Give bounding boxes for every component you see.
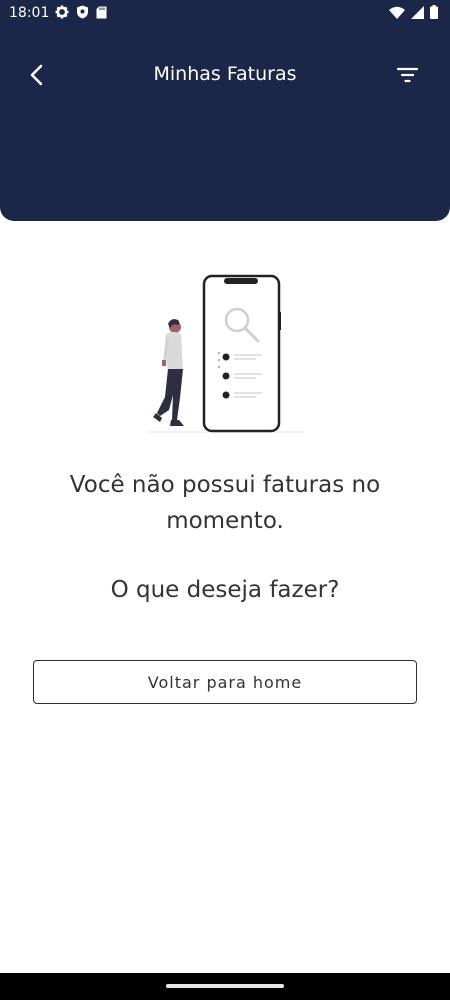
person-illustration <box>153 319 184 426</box>
home-gesture-handle[interactable] <box>166 984 284 988</box>
battery-icon <box>430 5 438 23</box>
system-navigation-bar <box>0 973 450 1000</box>
status-right-icons <box>389 5 438 23</box>
settings-icon <box>55 5 69 23</box>
back-to-home-button[interactable]: Voltar para home <box>33 660 417 704</box>
sd-card-icon <box>96 6 107 23</box>
wifi-icon <box>389 6 405 23</box>
back-to-home-label: Voltar para home <box>147 672 303 692</box>
status-time: 18:01 <box>9 5 50 21</box>
empty-invoices-illustration <box>144 270 308 436</box>
empty-state-message: Você não possui faturas no momento. <box>69 472 381 534</box>
filter-icon <box>396 67 419 83</box>
empty-state-question: O que deseja fazer? <box>110 577 340 603</box>
page-title: Minhas Faturas <box>153 63 297 85</box>
signal-icon <box>411 5 424 23</box>
status-left-icons <box>55 5 107 23</box>
status-bar: 18:01 <box>0 0 450 28</box>
filter-button[interactable] <box>396 66 420 84</box>
phone-illustration <box>202 274 281 433</box>
shield-icon <box>76 5 89 23</box>
app-header: 18:01 Minhas Faturas <box>0 0 450 221</box>
